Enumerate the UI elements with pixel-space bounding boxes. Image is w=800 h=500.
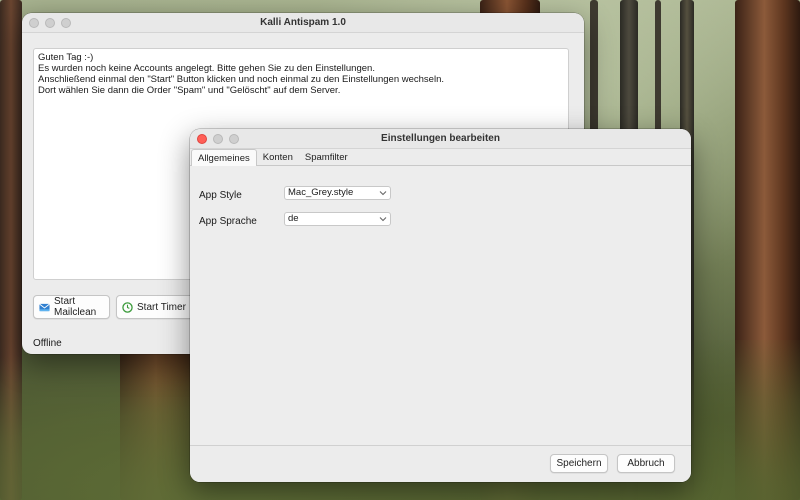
- app-language-select[interactable]: de: [284, 212, 391, 226]
- tab-spamfilter[interactable]: Spamfilter: [299, 149, 354, 165]
- settings-footer: Speichern Abbruch: [190, 445, 691, 482]
- close-button[interactable]: [29, 18, 39, 28]
- zoom-button[interactable]: [229, 134, 239, 144]
- start-mailclean-button[interactable]: Start Mailclean: [33, 295, 110, 319]
- app-language-value: de: [288, 213, 299, 224]
- app-style-label: App Style: [199, 190, 242, 201]
- timer-icon: [122, 301, 133, 313]
- close-button[interactable]: [197, 134, 207, 144]
- log-line: Es wurden noch keine Accounts angelegt. …: [38, 63, 375, 74]
- minimize-button[interactable]: [213, 134, 223, 144]
- log-line: Anschließend einmal den "Start" Button k…: [38, 74, 444, 85]
- log-line: Dort wählen Sie dann die Order "Spam" un…: [38, 85, 341, 96]
- tab-konten[interactable]: Konten: [257, 149, 299, 165]
- log-line: Guten Tag :-): [38, 52, 94, 63]
- tab-allgemeines[interactable]: Allgemeines: [191, 149, 257, 167]
- chevron-down-icon: [379, 217, 387, 222]
- start-timer-label: Start Timer: [137, 301, 186, 313]
- save-button[interactable]: Speichern: [550, 454, 608, 473]
- window-title: Einstellungen bearbeiten: [381, 133, 500, 144]
- general-settings-pane: App Style Mac_Grey.style App Sprache de: [190, 166, 691, 445]
- connection-status: Offline: [33, 338, 62, 349]
- app-style-value: Mac_Grey.style: [288, 187, 354, 198]
- window-title: Kalli Antispam 1.0: [260, 17, 346, 28]
- window-controls: [197, 134, 239, 144]
- settings-titlebar[interactable]: Einstellungen bearbeiten: [190, 129, 691, 149]
- window-controls: [29, 18, 71, 28]
- cancel-button[interactable]: Abbruch: [617, 454, 675, 473]
- main-titlebar[interactable]: Kalli Antispam 1.0: [22, 13, 584, 33]
- chevron-down-icon: [379, 191, 387, 196]
- app-language-label: App Sprache: [199, 216, 257, 227]
- app-style-select[interactable]: Mac_Grey.style: [284, 186, 391, 200]
- settings-tab-bar: Allgemeines Konten Spamfilter: [190, 149, 691, 167]
- start-mailclean-label: Start Mailclean: [54, 296, 97, 318]
- mail-clean-icon: [39, 303, 50, 311]
- start-timer-button[interactable]: Start Timer: [116, 295, 196, 319]
- zoom-button[interactable]: [61, 18, 71, 28]
- minimize-button[interactable]: [45, 18, 55, 28]
- settings-window: Einstellungen bearbeiten Allgemeines Kon…: [190, 129, 691, 482]
